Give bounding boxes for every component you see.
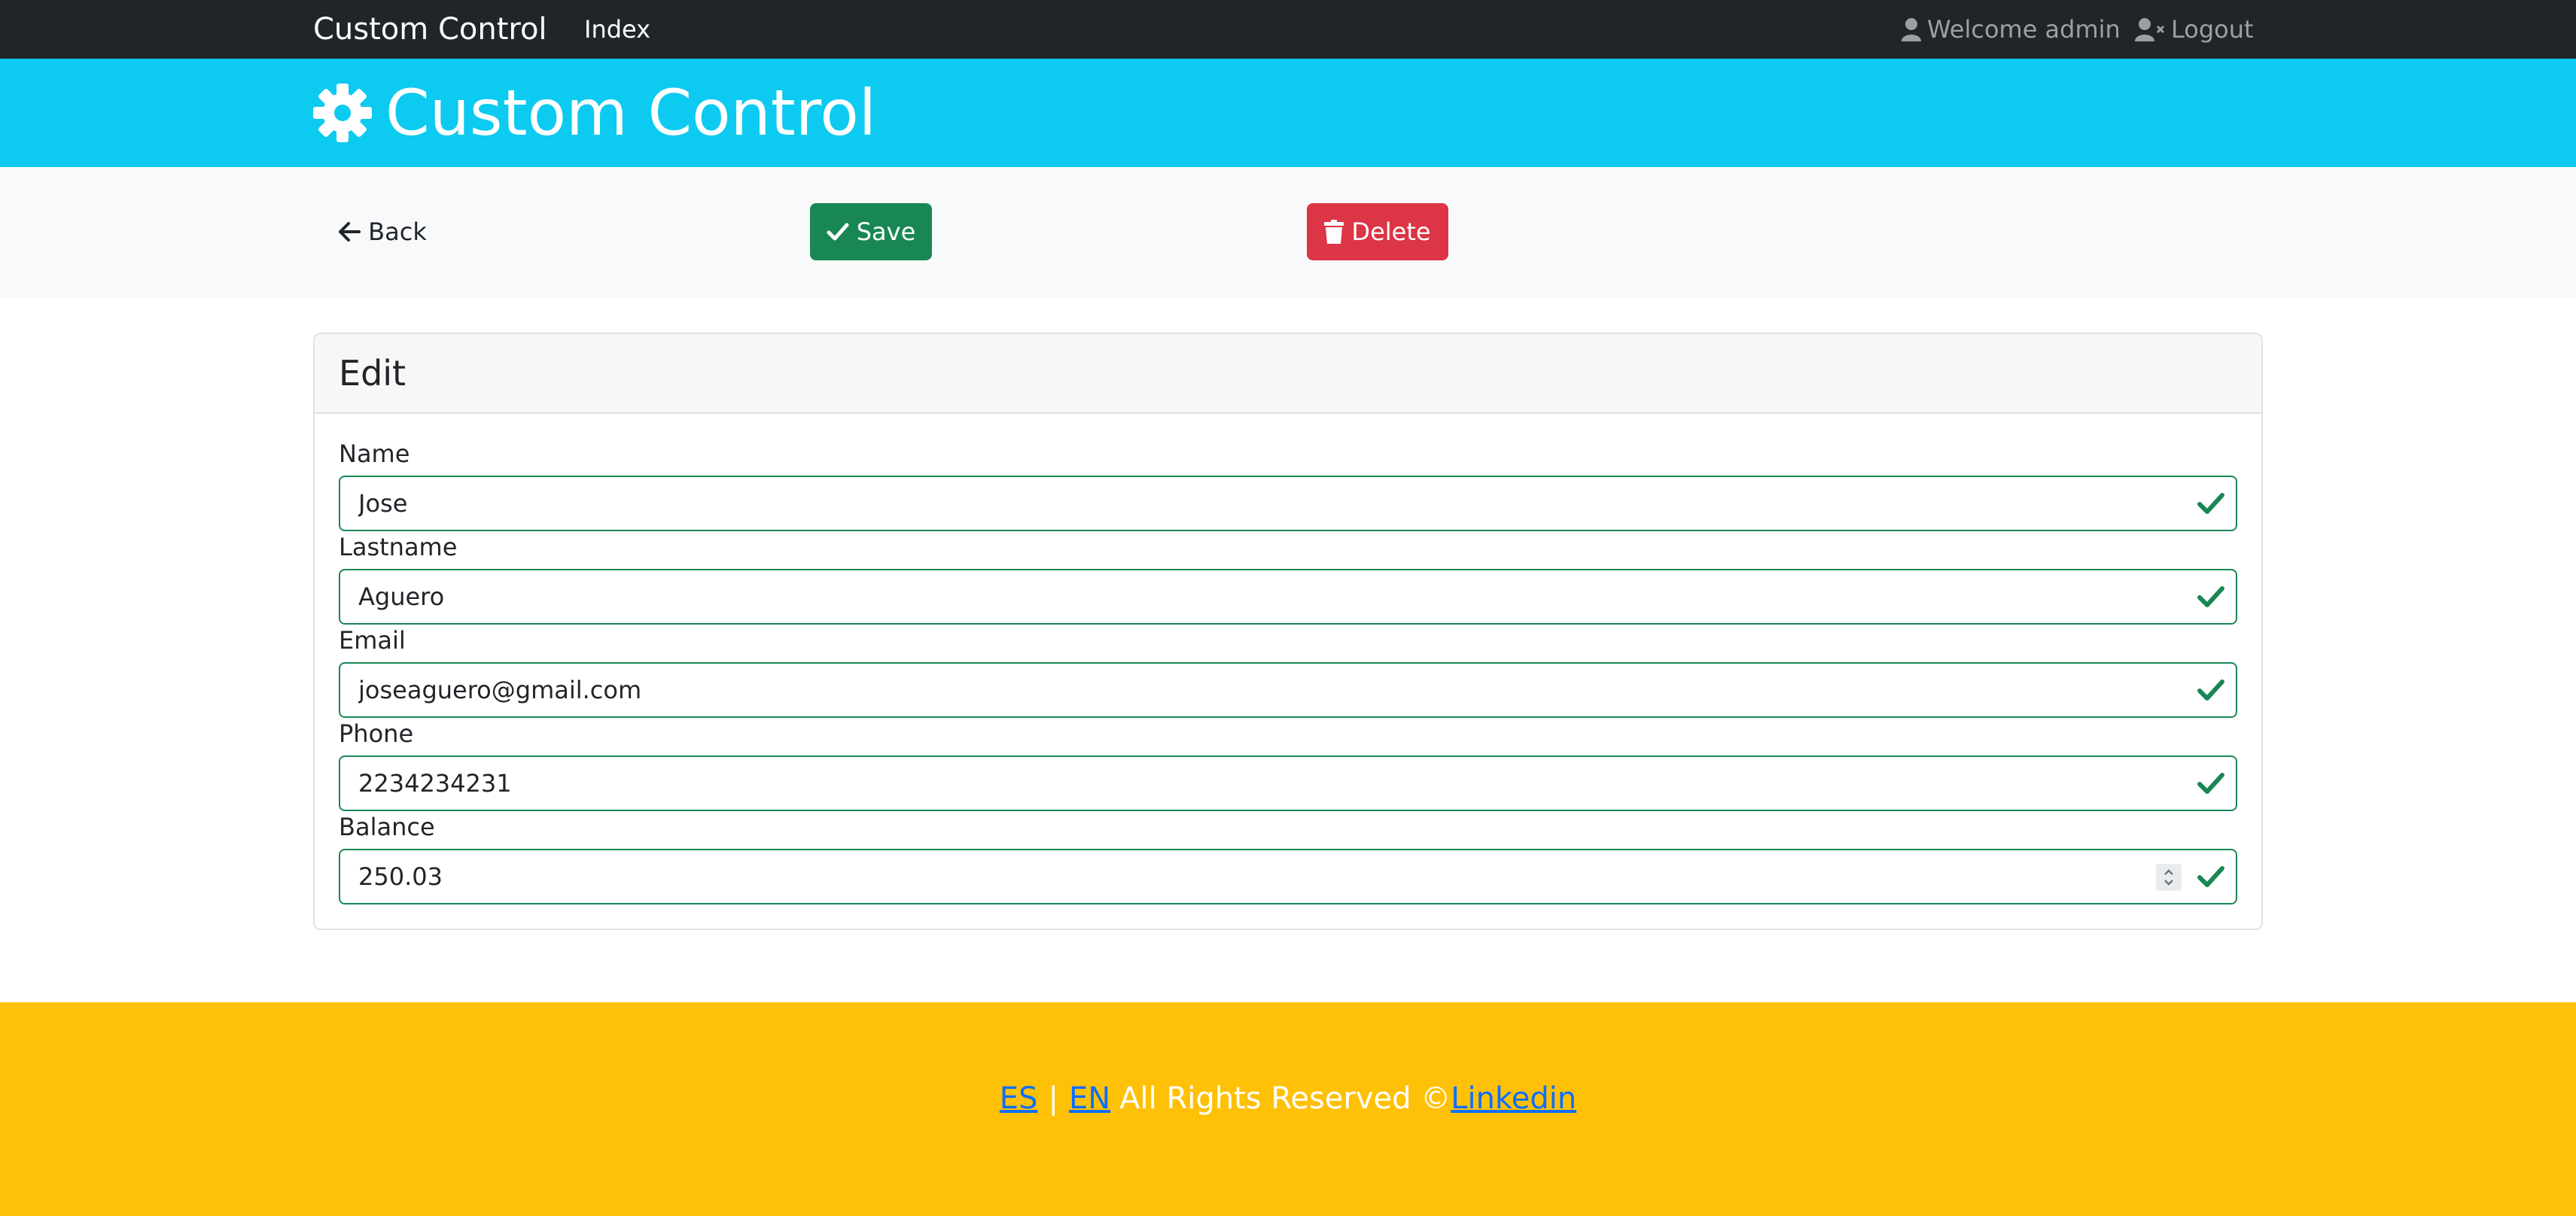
user-x-icon bbox=[2135, 18, 2165, 41]
card-title: Edit bbox=[315, 334, 2261, 414]
email-label: Email bbox=[339, 626, 406, 655]
back-button[interactable]: Back bbox=[330, 203, 435, 260]
valid-check-icon bbox=[2197, 679, 2224, 701]
valid-check-icon bbox=[2197, 586, 2224, 607]
spinner-arrows-icon bbox=[2164, 869, 2173, 886]
user-icon bbox=[1902, 18, 1921, 41]
edit-card: Edit Name Lastname Email Phone Balance bbox=[313, 333, 2263, 930]
lastname-input[interactable] bbox=[340, 570, 2236, 623]
trash-icon bbox=[1324, 220, 1344, 244]
page-header: Custom Control bbox=[0, 59, 2576, 167]
balance-input[interactable] bbox=[340, 850, 2236, 903]
lastname-field bbox=[339, 569, 2237, 625]
email-input[interactable] bbox=[340, 664, 2236, 716]
lang-en-link[interactable]: EN bbox=[1069, 1081, 1110, 1116]
valid-check-icon bbox=[2197, 866, 2224, 887]
lastname-label: Lastname bbox=[339, 533, 458, 561]
arrow-left-icon bbox=[339, 222, 361, 242]
name-label: Name bbox=[339, 439, 410, 468]
valid-check-icon bbox=[2197, 493, 2224, 514]
page-title: Custom Control bbox=[313, 59, 876, 167]
logout-link[interactable]: Logout bbox=[2135, 0, 2254, 59]
name-field bbox=[339, 476, 2237, 531]
footer: ES | EN All Rights Reserved © Linkedin bbox=[0, 1002, 2576, 1216]
page-title-text: Custom Control bbox=[385, 76, 877, 150]
top-navbar: Custom Control Index Welcome admin Logou… bbox=[0, 0, 2576, 59]
balance-label: Balance bbox=[339, 813, 435, 841]
footer-separator: | bbox=[1048, 1081, 1058, 1116]
save-button-label: Save bbox=[856, 217, 916, 246]
footer-rights: All Rights Reserved © bbox=[1119, 1081, 1451, 1116]
nav-link-index[interactable]: Index bbox=[584, 0, 650, 59]
valid-check-icon bbox=[2197, 773, 2224, 794]
back-button-label: Back bbox=[368, 217, 427, 246]
number-spinner[interactable] bbox=[2156, 864, 2182, 891]
gear-icon bbox=[313, 84, 372, 142]
linkedin-link[interactable]: Linkedin bbox=[1451, 1081, 1576, 1116]
welcome-label: Welcome admin bbox=[1927, 15, 2121, 44]
logout-label: Logout bbox=[2171, 15, 2254, 44]
welcome-user[interactable]: Welcome admin bbox=[1902, 0, 2121, 59]
save-button[interactable]: Save bbox=[810, 203, 932, 260]
phone-input[interactable] bbox=[340, 757, 2236, 810]
action-bar: Back Save Delete bbox=[0, 167, 2576, 298]
lang-es-link[interactable]: ES bbox=[1000, 1081, 1038, 1116]
balance-field bbox=[339, 849, 2237, 904]
navbar-brand[interactable]: Custom Control bbox=[313, 0, 547, 59]
phone-field bbox=[339, 755, 2237, 811]
delete-button[interactable]: Delete bbox=[1307, 203, 1448, 260]
delete-button-label: Delete bbox=[1351, 217, 1431, 246]
check-icon bbox=[827, 223, 849, 241]
name-input[interactable] bbox=[340, 477, 2236, 530]
email-field bbox=[339, 662, 2237, 718]
phone-label: Phone bbox=[339, 719, 414, 748]
footer-line: ES | EN All Rights Reserved © Linkedin bbox=[0, 1002, 2576, 1195]
